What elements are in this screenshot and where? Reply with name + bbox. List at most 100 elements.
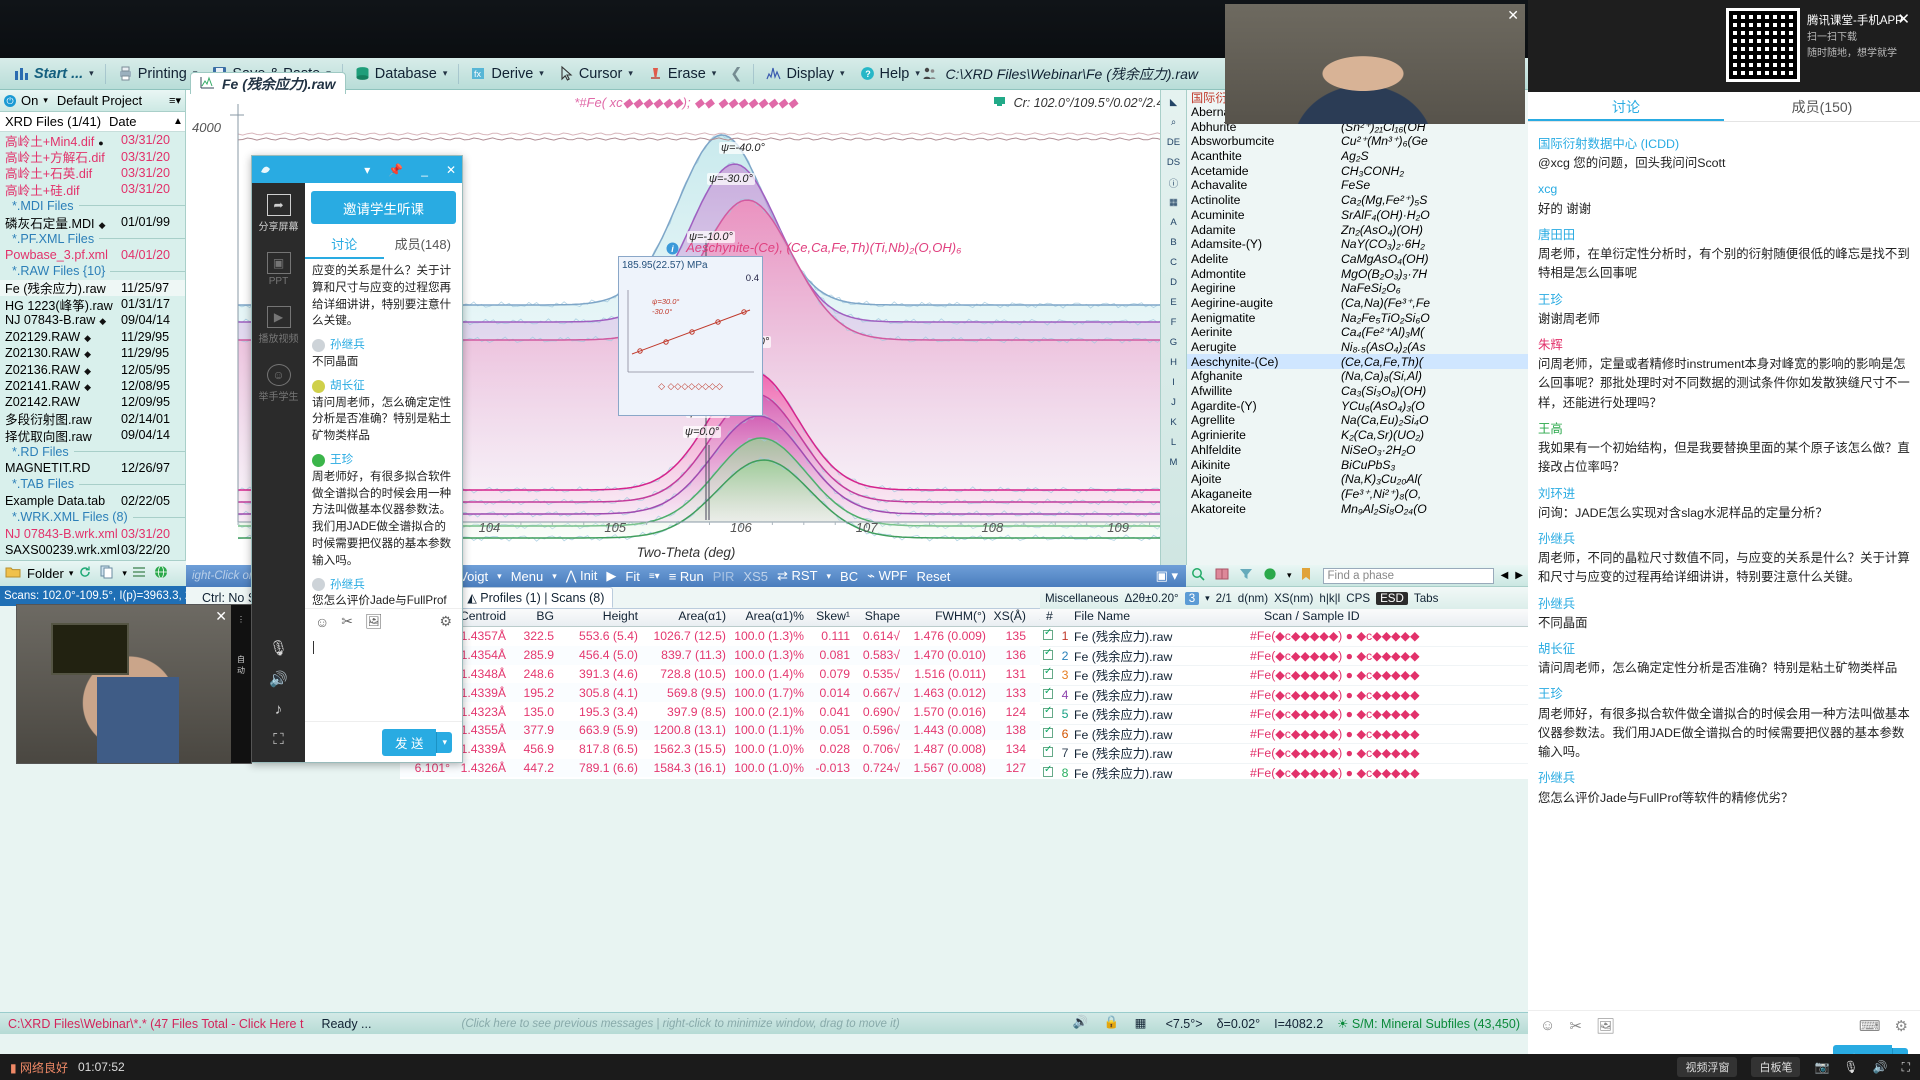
mineral-list-item[interactable]: Acetamide CH₃CONH₂ (1187, 163, 1528, 178)
video-float-button[interactable]: 视频浮窗 (1677, 1057, 1738, 1077)
search-icon[interactable] (1191, 567, 1208, 584)
close-icon[interactable]: ✕ (1897, 10, 1910, 28)
mineral-list-item[interactable]: Adamite Zn₂(AsO₄)(OH) (1187, 222, 1528, 237)
mineral-list-item[interactable]: Adamsite-(Y) NaY(CO₃)₂·6H₂ (1187, 237, 1528, 252)
chat-tabs[interactable]: 讨论 成员(148) (305, 234, 462, 259)
file-list-item[interactable]: NJ 07843-B.raw ◆ 09/04/14 (0, 312, 185, 328)
invite-students-button[interactable]: 邀请学生听课 (311, 191, 456, 224)
rail-icon-grid[interactable]: ▦ (1164, 194, 1184, 211)
file-list-item[interactable]: 高岭土+石英.dif 03/31/20 (0, 165, 185, 182)
settings-icon[interactable]: ⚙ (1895, 1017, 1908, 1035)
file-list-item[interactable]: 高岭土+硅.dif 03/31/20 (0, 181, 185, 198)
phase-toolbar[interactable]: ▾ Find a phase ◀ ▶ (1186, 565, 1528, 587)
misc-esd[interactable]: ESD (1376, 591, 1408, 605)
globe2-icon[interactable] (1263, 567, 1280, 584)
rail-icon-k[interactable]: K (1164, 414, 1184, 431)
mineral-list-item[interactable]: Aikinite BiCuPbS₃ (1187, 457, 1528, 472)
rail-icon-ds[interactable]: DS (1164, 154, 1184, 171)
toolbar-back-button[interactable]: ❮ (723, 61, 749, 87)
tencent-classroom-panel[interactable]: 腾讯课堂-手机APP 扫一扫下载 随时随地，想学就学 ✕ 讨论 成员(150) … (1528, 0, 1920, 1080)
mineral-list-item[interactable]: Aerugite Ni₈.₅(AsO₄)₂(As (1187, 340, 1528, 355)
fit-bc-button[interactable]: BC (840, 569, 858, 584)
pin-icon[interactable]: 📌 (388, 163, 403, 177)
table-row[interactable]: 8 Fe (残余应力).raw #Fe(◆c◆◆◆◆◆) ● ◆c◆◆◆◆◆ (1040, 764, 1528, 779)
file-list-item[interactable]: 多段衍射图.raw 02/14/01 (0, 411, 185, 428)
peak-column-header[interactable]: Shape (856, 609, 906, 626)
peak-column-header[interactable]: Centroid (456, 609, 512, 626)
fit-fit-button[interactable]: Fit (625, 569, 639, 584)
mineral-list-item[interactable]: Absworbumcite Cu²⁺(Mn³⁺)₆(Ge (1187, 134, 1528, 149)
refresh-icon[interactable] (78, 565, 95, 582)
file-list-item[interactable]: NJ 07843-B.wrk.xml 03/31/20 (0, 525, 185, 541)
settings-icon[interactable]: ⚙ (439, 613, 452, 630)
globe-icon[interactable] (154, 565, 171, 582)
window-icon[interactable]: _ (421, 163, 428, 177)
mineral-list-item[interactable]: Aerinite Ca₄(Fe²⁺Al)₃M( (1187, 325, 1528, 340)
tab-members[interactable]: 成员(148) (384, 234, 463, 259)
chevron-down-icon[interactable]: ▾ (443, 68, 448, 79)
rail-icon-de[interactable]: DE (1164, 134, 1184, 151)
chat-window-titlebar[interactable]: ▾ 📌 _ ✕ (252, 156, 462, 183)
misc-cps[interactable]: CPS (1346, 592, 1370, 605)
mineral-list-item[interactable]: Adelite CaMgAsO₄(OH) (1187, 252, 1528, 267)
emoji-icon[interactable]: ☺ (1540, 1017, 1555, 1034)
mineral-list-item[interactable]: Akaganeite (Fe³⁺,Ni²⁺)₈(O, (1187, 487, 1528, 502)
table-row[interactable]: 1 Fe (残余应力).raw #Fe(◆c◆◆◆◆◆) ● ◆c◆◆◆◆◆ (1040, 627, 1528, 647)
misc-ratio[interactable]: 2/1 (1216, 592, 1232, 605)
sound-icon[interactable]: 🔊 (1073, 1015, 1090, 1032)
toolbar-erase-button[interactable]: Erase ▾ (640, 61, 723, 87)
rail-icon-c[interactable]: C (1164, 254, 1184, 271)
tencent-chat-tools[interactable]: ☺ ✂ 🖼 ⌨ ⚙ (1528, 1010, 1920, 1040)
stress-analysis-popup[interactable]: 185.95(22.57) MPa 0.4 ψ=30.0° -30.0° ◇ ◇… (618, 256, 763, 416)
presenter-webcam-large[interactable]: ✕ (1225, 4, 1525, 124)
rail-icon-d[interactable]: D (1164, 274, 1184, 291)
rail-icon-b[interactable]: B (1164, 234, 1184, 251)
rail-icon-peak[interactable]: ◣ (1164, 94, 1184, 111)
peak-column-header[interactable]: XS(Å) (992, 609, 1032, 626)
table-row[interactable]: 2 Fe (残余应力).raw #Fe(◆c◆◆◆◆◆) ● ◆c◆◆◆◆◆ (1040, 647, 1528, 666)
mineral-list-item[interactable]: Aenigmatite Na₂Fe₅TiO₂Si₆O (1187, 310, 1528, 325)
mineral-list-item[interactable]: Agardite-(Y) YCu₆(AsO₄)₃(O (1187, 398, 1528, 413)
misc-delta[interactable]: Δ2θ±0.20° (1124, 592, 1178, 605)
row-checkbox[interactable] (1040, 686, 1056, 702)
chevron-down-icon[interactable]: ▾ (43, 95, 48, 106)
table-row[interactable]: 4 Fe (残余应力).raw #Fe(◆c◆◆◆◆◆) ● ◆c◆◆◆◆◆ (1040, 686, 1528, 705)
speaker-icon[interactable]: 🔊 (269, 670, 288, 688)
rail-icon-m[interactable]: M (1164, 454, 1184, 471)
row-checkbox[interactable] (1040, 666, 1056, 682)
tab-discussion[interactable]: 讨论 (305, 234, 384, 259)
tab-members[interactable]: 成员(150) (1724, 92, 1920, 121)
send-button[interactable]: 发 送 (381, 728, 437, 756)
chevron-down-icon[interactable]: ▾ (122, 568, 127, 579)
file-list-item[interactable]: 择优取向图.raw 09/04/14 (0, 427, 185, 444)
image-icon[interactable]: 🖼 (365, 613, 383, 630)
filter-icon[interactable] (1239, 567, 1256, 584)
scan-file-table[interactable]: # File Name Scan / Sample ID 1 Fe (残余应力).… (1040, 609, 1528, 779)
webcam-side-controls[interactable]: ⋮ 自动 (231, 605, 251, 763)
folder-label[interactable]: Folder (27, 566, 64, 581)
status-left-path[interactable]: C:\XRD Files\Webinar\*.* (47 Files Total… (0, 1017, 303, 1031)
file-list-item[interactable]: Z02136.RAW ◆ 12/05/95 (0, 361, 185, 377)
sort-caret-icon[interactable]: ▲ (171, 116, 185, 127)
fit-pir-button[interactable]: PIR (713, 569, 735, 584)
grid-icon[interactable]: ▦ (1135, 1015, 1152, 1032)
emoji-icon[interactable]: ☺ (315, 614, 329, 630)
fit-xs5-button[interactable]: XS5 (743, 569, 768, 584)
share-screen-button[interactable]: ➦ 分享屏幕 (256, 190, 302, 237)
misc-hkl[interactable]: h|k|l (1319, 592, 1340, 605)
chevron-down-icon[interactable]: ▾ (915, 68, 920, 79)
rail-icon-g[interactable]: G (1164, 334, 1184, 351)
mineral-list-item[interactable]: Aegirine NaFeSi₂O₆ (1187, 281, 1528, 296)
chevron-down-icon[interactable]: ▾ (840, 68, 845, 79)
close-icon[interactable]: ✕ (1507, 7, 1519, 24)
camera-icon[interactable]: 📷 (1814, 1060, 1829, 1074)
fit-rst-button[interactable]: ⇄ RST (777, 568, 818, 584)
tencent-chat-list[interactable]: 国际衍射数据中心 (ICDD) @xcg 您的问题，回头我问问Scott xcg 好的… (1528, 122, 1920, 932)
row-checkbox[interactable] (1040, 627, 1056, 643)
mineral-list-item[interactable]: Achavalite FeSe (1187, 178, 1528, 193)
close-icon[interactable]: ✕ (215, 608, 227, 625)
raise-hand-button[interactable]: ☺ 举手学生 (256, 360, 302, 407)
lock-icon[interactable]: 🔒 (1104, 1015, 1121, 1032)
peak-column-header[interactable]: FWHM(°) (906, 609, 992, 626)
copy-icon[interactable] (100, 565, 117, 582)
